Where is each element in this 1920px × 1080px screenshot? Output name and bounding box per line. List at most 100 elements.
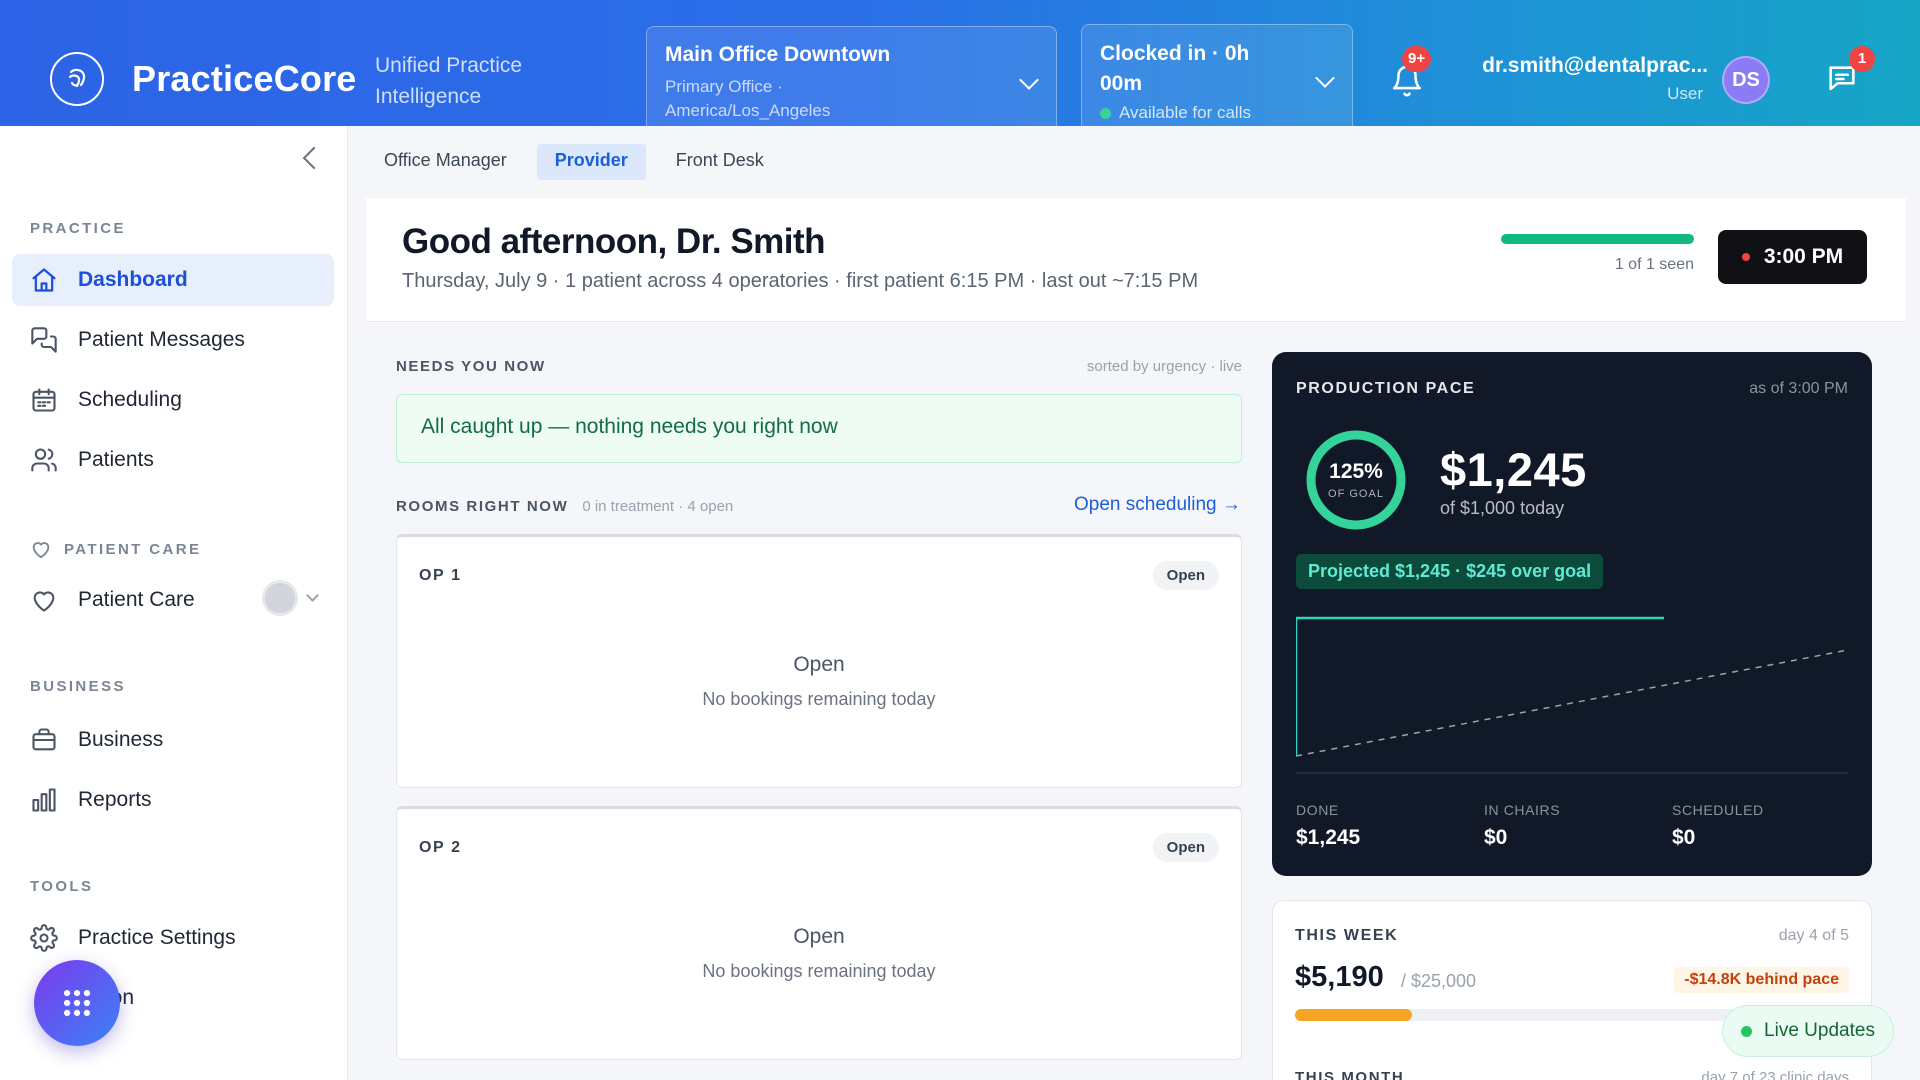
- week-title: THIS WEEK: [1295, 927, 1399, 944]
- users-icon: [31, 448, 57, 472]
- online-dot-icon: [1100, 107, 1111, 119]
- section-practice: PRACTICE: [30, 220, 126, 237]
- clock-status-selector[interactable]: Clocked in · 0h 00m Available for calls: [1081, 24, 1353, 126]
- role-tabs: Office Manager Provider Front Desk: [366, 144, 782, 180]
- production-goal: of $1,000 today: [1440, 498, 1565, 518]
- sidebar-item-label: Patient Care: [78, 588, 195, 611]
- goal-percent: 125%: [1329, 460, 1383, 483]
- sidebar-item-label: Practice Settings: [78, 926, 236, 949]
- live-updates-label: Live Updates: [1764, 1020, 1875, 1041]
- current-time: 3:00 PM: [1763, 245, 1844, 268]
- tab-front-desk[interactable]: Front Desk: [658, 144, 782, 180]
- sidebar-item-label: Reports: [78, 788, 152, 811]
- user-role: User: [1667, 84, 1703, 103]
- sidebar-item-patient-care[interactable]: Patient Care: [12, 574, 252, 626]
- sidebar-item-dashboard[interactable]: Dashboard: [12, 254, 334, 306]
- sidebar-item-reports[interactable]: Reports: [12, 774, 334, 826]
- month-day: day 7 of 23 clinic days: [1701, 1069, 1849, 1080]
- operatory-note: No bookings remaining today: [702, 689, 936, 709]
- sidebar-item-label: Scheduling: [78, 388, 182, 411]
- rooms-meta: 0 in treatment · 4 open: [582, 498, 734, 515]
- stat-scheduled-value: $0: [1672, 826, 1696, 849]
- section-label: PATIENT CARE: [64, 540, 202, 558]
- sidebar-item-patients[interactable]: Patients: [12, 434, 334, 486]
- week-goal: / $25,000: [1401, 971, 1477, 991]
- status-badge: Open: [1152, 833, 1219, 862]
- pace-goal-line: [1296, 649, 1848, 757]
- greeting-header: Good afternoon, Dr. Smith Thursday, July…: [366, 198, 1906, 322]
- office-selector[interactable]: Main Office Downtown Primary Office · Am…: [646, 26, 1057, 126]
- week-day: day 4 of 5: [1778, 927, 1849, 944]
- message-bubbles-icon: [31, 327, 57, 353]
- live-updates-toggle[interactable]: Live Updates: [1722, 1005, 1894, 1057]
- sidebar-item-label: Patient Messages: [78, 328, 245, 351]
- projected-badge: Projected $1,245 · $245 over goal: [1296, 554, 1604, 589]
- apps-launcher-button[interactable]: [34, 960, 120, 1046]
- collapse-sidebar-icon[interactable]: [302, 146, 326, 170]
- operatory-name: OP 2: [419, 839, 462, 856]
- section-patient-care: PATIENT CARE: [30, 538, 201, 560]
- tab-office-manager[interactable]: Office Manager: [366, 144, 525, 180]
- tab-provider[interactable]: Provider: [536, 144, 646, 180]
- production-title: PRODUCTION PACE: [1296, 380, 1476, 397]
- operatory-state: Open: [793, 925, 845, 948]
- sidebar: PRACTICE Dashboard Patient Messages Sche…: [0, 126, 348, 1080]
- grid-dots-icon: [63, 989, 91, 1017]
- status-badge: Open: [1152, 561, 1219, 590]
- stat-scheduled-label: SCHEDULED: [1672, 802, 1764, 818]
- brand-tagline: Unified Practice Intelligence: [375, 54, 523, 108]
- availability-label: Available for calls: [1119, 103, 1251, 122]
- operatory-card[interactable]: OP 2 Open Open No bookings remaining tod…: [396, 806, 1242, 1060]
- availability-status: Available for calls: [1100, 103, 1334, 123]
- rooms-title: ROOMS RIGHT NOW: [396, 498, 569, 515]
- sidebar-item-practice-settings[interactable]: Practice Settings: [12, 912, 334, 964]
- chevron-down-icon: [1315, 68, 1335, 88]
- office-name: Main Office Downtown: [665, 43, 891, 66]
- sidebar-item-scheduling[interactable]: Scheduling: [12, 374, 334, 426]
- open-scheduling-link[interactable]: Open scheduling →: [1074, 494, 1241, 516]
- production-pace-card: PRODUCTION PACE as of 3:00 PM 125% OF GO…: [1272, 352, 1872, 876]
- page-title: Good afternoon, Dr. Smith: [402, 222, 826, 261]
- week-amount: $5,190: [1295, 961, 1384, 993]
- sidebar-item-label: Dashboard: [78, 268, 188, 291]
- production-as-of: as of 3:00 PM: [1749, 380, 1848, 397]
- heart-icon: [33, 591, 55, 612]
- week-progress-fill: [1295, 1009, 1412, 1021]
- seen-count: 1 of 1 seen: [1614, 256, 1694, 273]
- notifications-badge: 9+: [1402, 46, 1432, 72]
- patient-care-toggle[interactable]: [262, 580, 298, 616]
- current-time-badge: 3:00 PM: [1718, 230, 1867, 284]
- brand-name[interactable]: PracticeCore: [132, 58, 357, 100]
- sidebar-item-label: Patients: [78, 448, 154, 471]
- heart-icon: [32, 542, 50, 559]
- stat-in-chairs-value: $0: [1484, 826, 1508, 849]
- top-bar: PracticeCore Unified Practice Intelligen…: [0, 0, 1920, 126]
- messages-badge: 1: [1849, 46, 1875, 72]
- section-business: BUSINESS: [30, 678, 126, 695]
- operatory-card[interactable]: OP 1 Open Open No bookings remaining tod…: [396, 534, 1242, 788]
- calendar-icon: [32, 388, 56, 412]
- practicecore-logo-icon[interactable]: [50, 52, 104, 106]
- pace-actual-line: [1296, 616, 1664, 756]
- operatory-state: Open: [793, 653, 845, 676]
- user-email[interactable]: dr.smith@dentalprac...: [1478, 54, 1708, 78]
- day-summary: Thursday, July 9 · 1 patient across 4 op…: [402, 270, 1199, 292]
- behind-pace-badge: -$14.8K behind pace: [1674, 967, 1849, 993]
- operatory-note: No bookings remaining today: [702, 961, 936, 981]
- sort-note: sorted by urgency · live: [1086, 358, 1242, 375]
- production-amount: $1,245: [1440, 443, 1587, 496]
- avatar[interactable]: DS: [1722, 56, 1770, 104]
- operatory-name: OP 1: [419, 567, 462, 584]
- rooms-heading: ROOMS RIGHT NOW 0 in treatment · 4 open: [396, 498, 733, 515]
- sidebar-item-business[interactable]: Business: [12, 714, 334, 766]
- goal-percent-label: OF GOAL: [1328, 488, 1384, 500]
- sidebar-item-label: Business: [78, 728, 164, 751]
- section-tools: TOOLS: [30, 878, 94, 895]
- bar-chart-icon: [32, 788, 56, 812]
- live-dot-icon: [1741, 1025, 1753, 1037]
- chevron-down-icon[interactable]: [306, 589, 319, 602]
- chevron-down-icon: [1019, 70, 1039, 90]
- sidebar-item-patient-messages[interactable]: Patient Messages: [12, 314, 334, 366]
- pace-chart: [1296, 616, 1848, 774]
- all-caught-up-banner: All caught up — nothing needs you right …: [396, 394, 1242, 463]
